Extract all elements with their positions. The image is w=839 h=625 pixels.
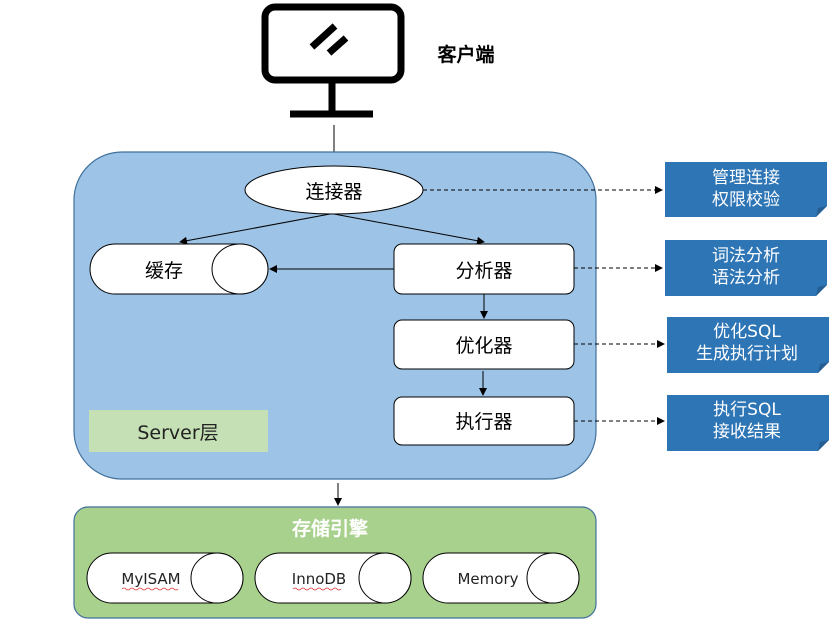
engine-myisam: MyISAM	[86, 552, 244, 604]
note-connector-line2: 权限校验	[712, 190, 780, 210]
engine-innodb: InnoDB	[254, 552, 412, 604]
note-analyzer-line2: 语法分析	[712, 268, 780, 288]
mysql-architecture-diagram: 客户端 Server层 连接器 缓存 分析器 优化器 执行器 管理连接 权限校验	[73, 3, 829, 619]
optimizer-label: 优化器	[455, 335, 512, 357]
connector-label: 连接器	[305, 181, 362, 203]
note-analyzer: 词法分析 语法分析	[665, 240, 827, 296]
note-executor-line1: 执行SQL	[713, 400, 781, 420]
note-connector: 管理连接 权限校验	[665, 162, 827, 217]
note-analyzer-line1: 词法分析	[712, 246, 780, 266]
storage-engine-title: 存储引擎	[292, 517, 368, 540]
note-executor-line2: 接收结果	[713, 422, 781, 442]
engine-myisam-label: MyISAM	[121, 570, 180, 588]
note-optimizer: 优化SQL 生成执行计划	[667, 317, 829, 373]
note-connector-line1: 管理连接	[712, 168, 780, 188]
engine-memory: Memory	[422, 552, 580, 604]
engine-memory-label: Memory	[457, 570, 518, 588]
cache-label: 缓存	[145, 260, 183, 282]
engine-innodb-label: InnoDB	[292, 570, 346, 588]
analyzer-label: 分析器	[455, 260, 512, 282]
client-label: 客户端	[437, 43, 494, 66]
note-optimizer-line1: 优化SQL	[713, 322, 781, 342]
monitor-icon	[261, 3, 405, 118]
executor-label: 执行器	[455, 411, 512, 433]
note-executor: 执行SQL 接收结果	[667, 395, 829, 451]
server-layer-label: Server层	[137, 422, 218, 444]
note-optimizer-line2: 生成执行计划	[696, 344, 798, 364]
